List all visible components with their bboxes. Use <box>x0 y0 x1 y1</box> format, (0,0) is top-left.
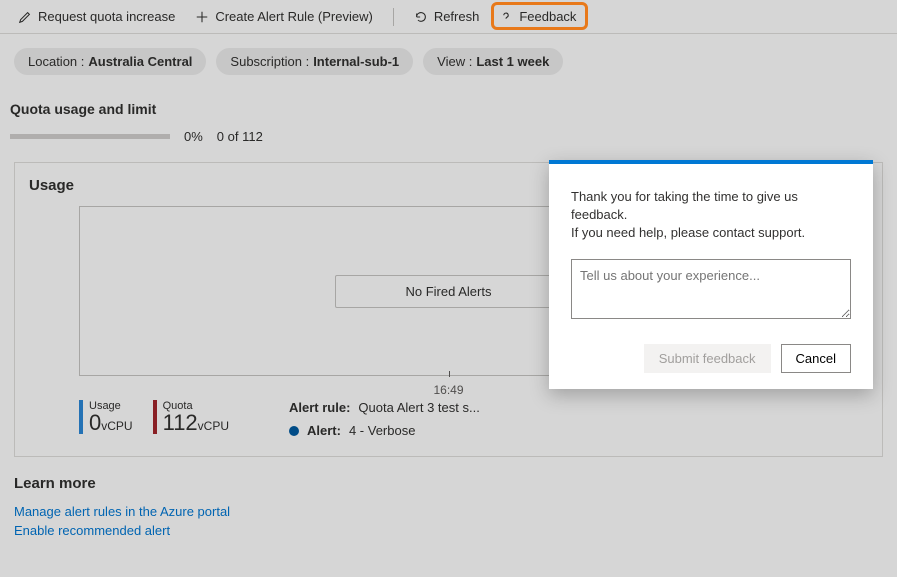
filter-location[interactable]: Location : Australia Central <box>14 48 206 75</box>
create-alert-label: Create Alert Rule (Preview) <box>215 9 373 24</box>
filter-location-value: Australia Central <box>88 54 192 69</box>
usage-stat: Usage 0vCPU <box>79 400 133 434</box>
feedback-label: Feedback <box>519 9 576 24</box>
filter-view[interactable]: View : Last 1 week <box>423 48 563 75</box>
alert-rule-label: Alert rule: <box>289 400 350 415</box>
plus-icon <box>195 10 209 24</box>
dot-icon <box>289 426 299 436</box>
filter-subscription-value: Internal-sub-1 <box>313 54 399 69</box>
refresh-label: Refresh <box>434 9 480 24</box>
cancel-button[interactable]: Cancel <box>781 344 851 373</box>
create-alert-button[interactable]: Create Alert Rule (Preview) <box>187 5 381 28</box>
refresh-icon <box>414 10 428 24</box>
quota-stat-value: 112vCPU <box>163 412 229 434</box>
filter-subscription-label: Subscription : <box>230 54 309 69</box>
learn-more-title: Learn more <box>14 475 883 492</box>
popup-message: Thank you for taking the time to give us… <box>571 188 851 243</box>
toolbar-divider <box>393 8 394 26</box>
no-alerts-pill: No Fired Alerts <box>335 275 563 308</box>
toolbar: Request quota increase Create Alert Rule… <box>0 0 897 34</box>
alert-rule-line: Alert rule: Quota Alert 3 test s... <box>289 400 480 415</box>
progress-bar <box>10 134 170 139</box>
feedback-button[interactable]: Feedback <box>491 5 584 28</box>
popup-actions: Submit feedback Cancel <box>571 344 851 373</box>
filter-subscription[interactable]: Subscription : Internal-sub-1 <box>216 48 413 75</box>
feedback-popup: Thank you for taking the time to give us… <box>549 160 873 389</box>
filter-view-value: Last 1 week <box>476 54 549 69</box>
pencil-icon <box>18 10 32 24</box>
request-quota-label: Request quota increase <box>38 9 175 24</box>
quota-stat: Quota 112vCPU <box>153 400 229 434</box>
alert-rule-value: Quota Alert 3 test s... <box>358 400 479 415</box>
feedback-textarea[interactable] <box>571 259 851 319</box>
learn-link-manage[interactable]: Manage alert rules in the Azure portal <box>14 504 883 519</box>
submit-feedback-button[interactable]: Submit feedback <box>644 344 771 373</box>
alert-info: Alert rule: Quota Alert 3 test s... Aler… <box>289 400 480 438</box>
request-quota-button[interactable]: Request quota increase <box>10 5 183 28</box>
learn-link-enable[interactable]: Enable recommended alert <box>14 523 883 538</box>
progress-row: 0% 0 of 112 <box>0 123 897 162</box>
stats-row: Usage 0vCPU Quota 112vCPU Alert rule: Qu… <box>79 400 868 438</box>
filter-row: Location : Australia Central Subscriptio… <box>0 34 897 81</box>
x-tick <box>449 371 450 377</box>
progress-percent: 0% <box>184 129 203 144</box>
alert-label: Alert: <box>307 423 341 438</box>
question-icon <box>499 10 513 24</box>
section-title: Quota usage and limit <box>0 81 897 123</box>
learn-more-section: Learn more Manage alert rules in the Azu… <box>14 475 883 538</box>
progress-fraction: 0 of 112 <box>217 129 263 144</box>
quota-stat-bar <box>153 400 157 434</box>
x-tick-label: 16:49 <box>433 383 463 397</box>
filter-location-label: Location : <box>28 54 84 69</box>
usage-stat-bar <box>79 400 83 434</box>
filter-view-label: View : <box>437 54 472 69</box>
alert-value: 4 - Verbose <box>349 423 416 438</box>
alert-level-line: Alert: 4 - Verbose <box>289 423 480 438</box>
usage-stat-value: 0vCPU <box>89 412 133 434</box>
refresh-button[interactable]: Refresh <box>406 5 488 28</box>
